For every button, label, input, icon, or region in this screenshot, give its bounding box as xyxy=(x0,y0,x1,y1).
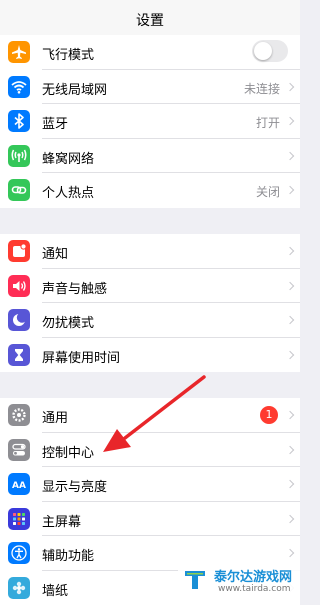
watermark-url: www.tairda.com xyxy=(218,584,291,594)
watermark-logo-icon xyxy=(181,565,209,593)
watermark-name: 泰尔达游戏网 xyxy=(214,566,292,585)
watermark: 泰尔达游戏网 www.tairda.com xyxy=(178,560,300,600)
annotation-arrow xyxy=(0,0,300,600)
